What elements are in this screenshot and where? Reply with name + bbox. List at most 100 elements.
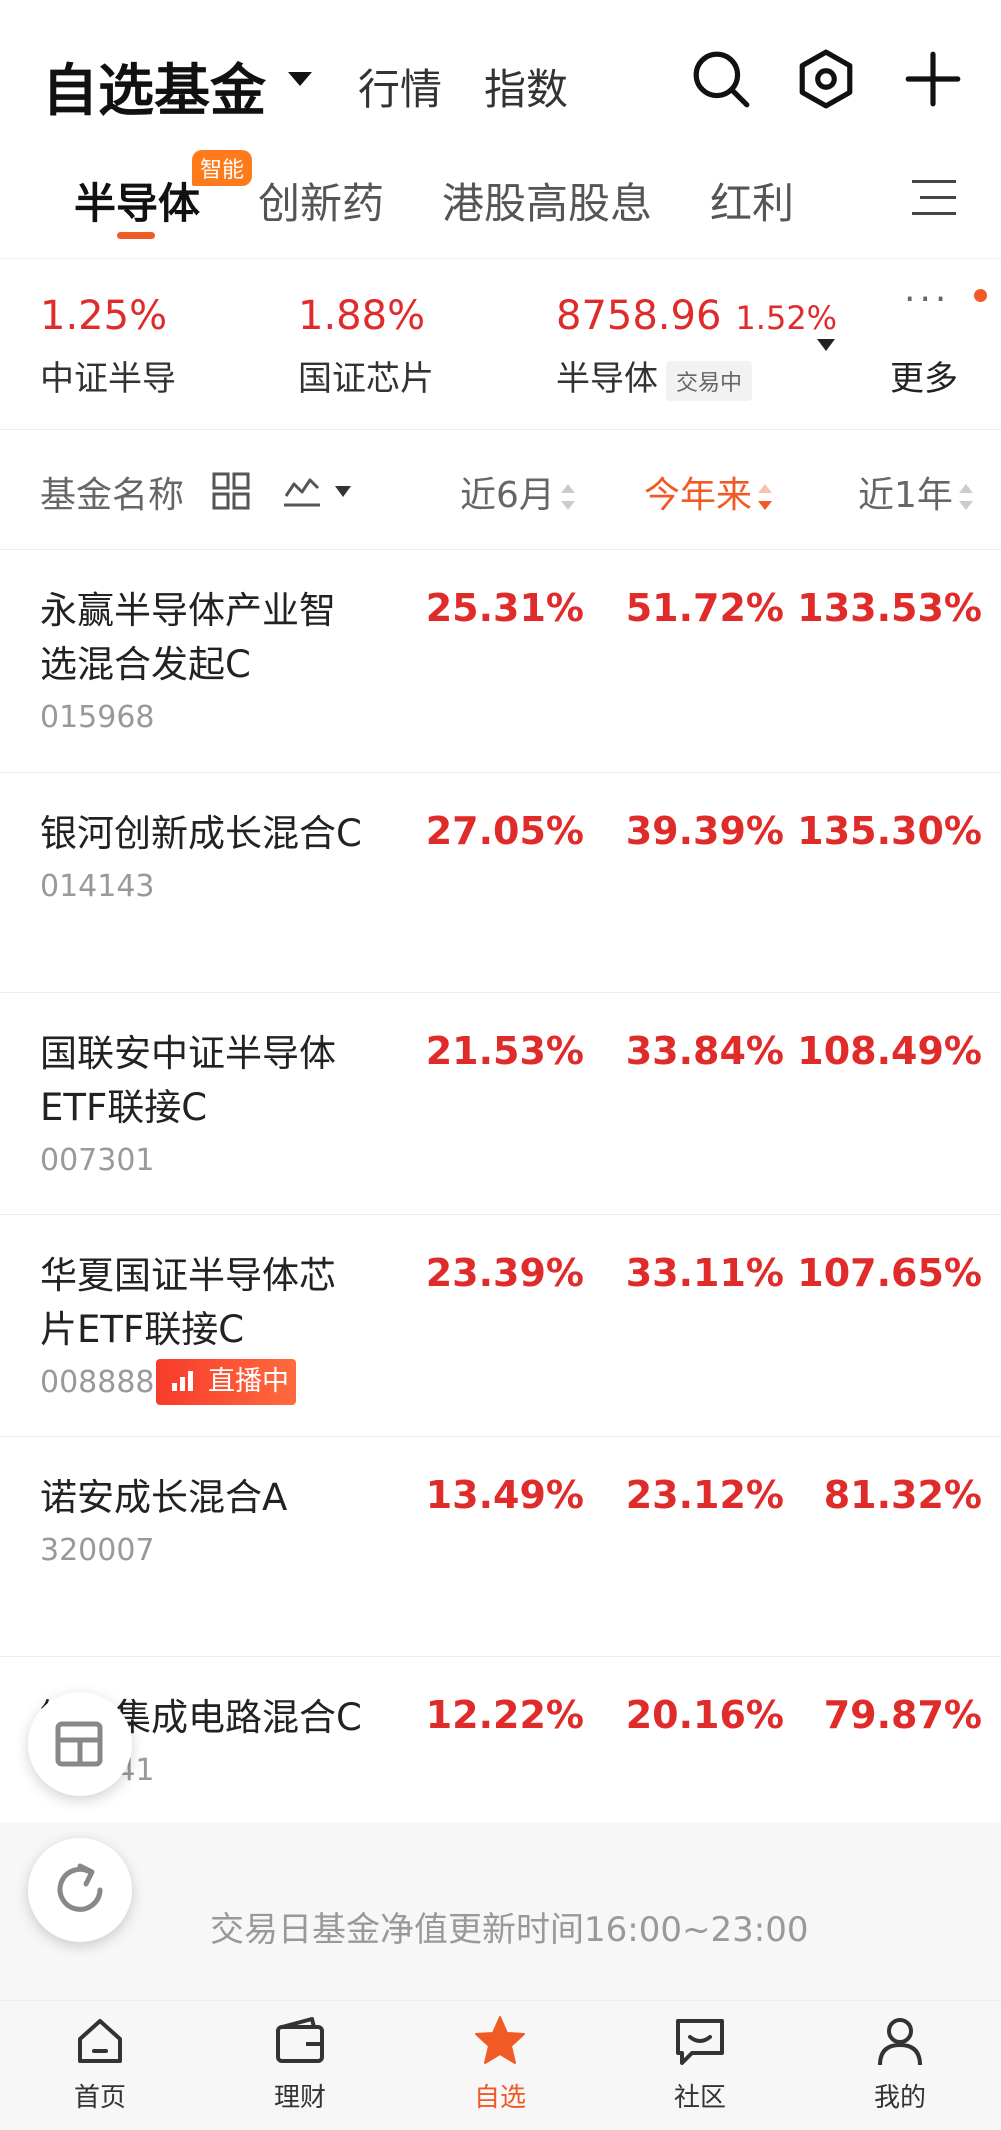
chat-icon <box>676 2019 724 2065</box>
nav-label: 社区 <box>673 2083 726 2113</box>
return-1-year: 133.53% <box>797 586 982 630</box>
trading-status-tag: 交易中 <box>666 360 753 401</box>
return-6-month: 25.31% <box>425 586 584 630</box>
active-tab-indicator <box>117 232 155 239</box>
sort-icon <box>758 484 773 510</box>
more-button[interactable]: 更多 <box>890 351 958 400</box>
column-1-year[interactable]: 近1年 <box>858 466 973 518</box>
fund-name: 国联安中证半导体ETF联接C <box>40 1032 336 1129</box>
index-change: 1.52% <box>735 299 838 337</box>
sort-icon <box>560 484 575 510</box>
menu-icon[interactable] <box>912 180 956 216</box>
tab-semiconductor[interactable]: 半导体 <box>74 170 200 231</box>
settings-icon[interactable] <box>795 48 857 110</box>
home-icon <box>78 2019 122 2063</box>
index-change: 1.88% <box>298 293 426 339</box>
page-title[interactable]: 自选基金 <box>42 46 266 127</box>
return-1-year: 107.65% <box>797 1251 982 1295</box>
grid-view-icon[interactable] <box>212 472 250 510</box>
return-ytd: 33.11% <box>625 1251 784 1295</box>
return-ytd: 23.12% <box>625 1473 784 1517</box>
nav-label: 我的 <box>873 2083 926 2113</box>
index-item-csi-semi[interactable]: 1.25% 中证半导 <box>40 293 176 400</box>
tab-scroll-fade <box>830 160 890 250</box>
live-bars-icon <box>172 1371 194 1391</box>
index-change: 1.25% <box>40 293 168 339</box>
index-value: 8758.96 <box>556 293 722 339</box>
index-strip: 1.25% 中证半导 1.88% 国证芯片 8758.96 1.52% 半导体 交易… <box>0 258 1001 430</box>
fund-code: 008888 <box>40 1365 155 1400</box>
fund-name: 银河创新成长混合C <box>40 812 362 855</box>
return-ytd: 33.84% <box>625 1029 784 1073</box>
table-row[interactable]: 银河创新成长混合C 014143 27.05% 39.39% 135.30% <box>0 773 1001 993</box>
refresh-icon <box>57 1863 103 1912</box>
table-row[interactable]: 国联安中证半导体ETF联接C 007301 21.53% 33.84% 108.… <box>0 993 1001 1215</box>
table-row[interactable]: 诺安成长混合A 320007 13.49% 23.12% 81.32% <box>0 1437 1001 1657</box>
return-6-month: 12.22% <box>425 1693 584 1737</box>
index-item-semiconductor[interactable]: 8758.96 1.52% 半导体 交易中 <box>556 293 837 401</box>
nav-wealth[interactable]: 理财 <box>240 2013 360 2114</box>
smart-badge: 智能 <box>192 150 253 186</box>
refresh-button[interactable] <box>28 1838 132 1942</box>
column-6-month[interactable]: 近6月 <box>460 466 575 518</box>
category-tabs: 半导体 创新药 港股高股息 红利 <box>0 160 1001 260</box>
search-icon[interactable] <box>690 48 752 110</box>
return-ytd: 39.39% <box>625 809 784 853</box>
nav-watchlist[interactable]: 自选 <box>440 2013 560 2114</box>
return-1-year: 79.87% <box>823 1693 982 1737</box>
fund-name: 诺安成长混合A <box>40 1476 288 1519</box>
table-header: 基金名称 近6月 今年来 近1年 <box>0 430 1001 550</box>
column-ytd[interactable]: 今年来 <box>644 466 773 518</box>
column-fund-name: 基金名称 <box>40 475 185 516</box>
star-icon <box>475 2016 525 2064</box>
more-icon[interactable]: ··· <box>904 279 950 320</box>
return-6-month: 21.53% <box>425 1029 584 1073</box>
nav-label: 首页 <box>73 2083 126 2113</box>
return-1-year: 135.30% <box>797 809 982 853</box>
nav-profile[interactable]: 我的 <box>840 2013 960 2114</box>
table-row[interactable]: 华夏国证半导体芯片ETF联接C 008888 直播中 23.39% 33.11%… <box>0 1215 1001 1437</box>
add-icon[interactable] <box>902 48 964 110</box>
fund-code: 320007 <box>40 1533 155 1568</box>
table-row[interactable]: 永赢半导体产业智选混合发起C 015968 25.31% 51.72% 133.… <box>0 550 1001 773</box>
fund-code: 014143 <box>40 869 155 904</box>
tab-innovative-drug[interactable]: 创新药 <box>258 170 384 231</box>
index-item-cni-chip[interactable]: 1.88% 国证芯片 <box>298 293 434 400</box>
live-badge[interactable]: 直播中 <box>156 1359 296 1405</box>
return-6-month: 23.39% <box>425 1251 584 1295</box>
index-name: 中证半导 <box>40 359 176 399</box>
return-6-month: 27.05% <box>425 809 584 853</box>
chevron-down-icon[interactable] <box>288 72 312 86</box>
tab-hk-high-dividend[interactable]: 港股高股息 <box>442 170 652 231</box>
index-name: 半导体 <box>556 359 658 399</box>
nav-community[interactable]: 社区 <box>640 2013 760 2114</box>
sort-icon <box>958 484 973 510</box>
nav-home[interactable]: 首页 <box>40 2013 160 2114</box>
nav-label: 理财 <box>273 2083 326 2113</box>
return-1-year: 108.49% <box>797 1029 982 1073</box>
tab-dividend[interactable]: 红利 <box>710 170 794 231</box>
index-link[interactable]: 指数 <box>484 56 568 117</box>
return-1-year: 81.32% <box>823 1473 982 1517</box>
wallet-icon <box>276 2017 324 2063</box>
fund-name: 华夏国证半导体芯片ETF联接C <box>40 1254 336 1351</box>
chevron-down-icon[interactable] <box>335 486 351 497</box>
table-row[interactable]: 银华集成电路混合C 013841 12.22% 20.16% 79.87% <box>0 1657 1001 1822</box>
notification-dot <box>974 289 987 302</box>
float-calendar-button[interactable] <box>28 1692 132 1796</box>
market-link[interactable]: 行情 <box>358 56 442 117</box>
nav-update-text: 交易日基金净值更新时间16:00~23:00 <box>210 1910 809 1950</box>
nav-label: 自选 <box>473 2083 526 2113</box>
top-bar: 自选基金 行情 指数 <box>0 0 1001 160</box>
fund-code: 015968 <box>40 700 155 735</box>
chevron-down-icon[interactable] <box>817 339 835 351</box>
line-chart-icon[interactable] <box>282 470 322 510</box>
nav-update-note: 交易日基金净值更新时间16:00~23:00 <box>0 1822 1001 2000</box>
index-name: 国证芯片 <box>298 359 434 399</box>
bottom-nav: 首页 理财 自选 社区 我的 <box>0 2000 1001 2130</box>
user-icon <box>878 2018 922 2066</box>
calendar-icon <box>55 1721 103 1767</box>
fund-name: 永赢半导体产业智选混合发起C <box>40 589 336 686</box>
fund-code: 007301 <box>40 1143 155 1178</box>
return-ytd: 20.16% <box>625 1693 784 1737</box>
